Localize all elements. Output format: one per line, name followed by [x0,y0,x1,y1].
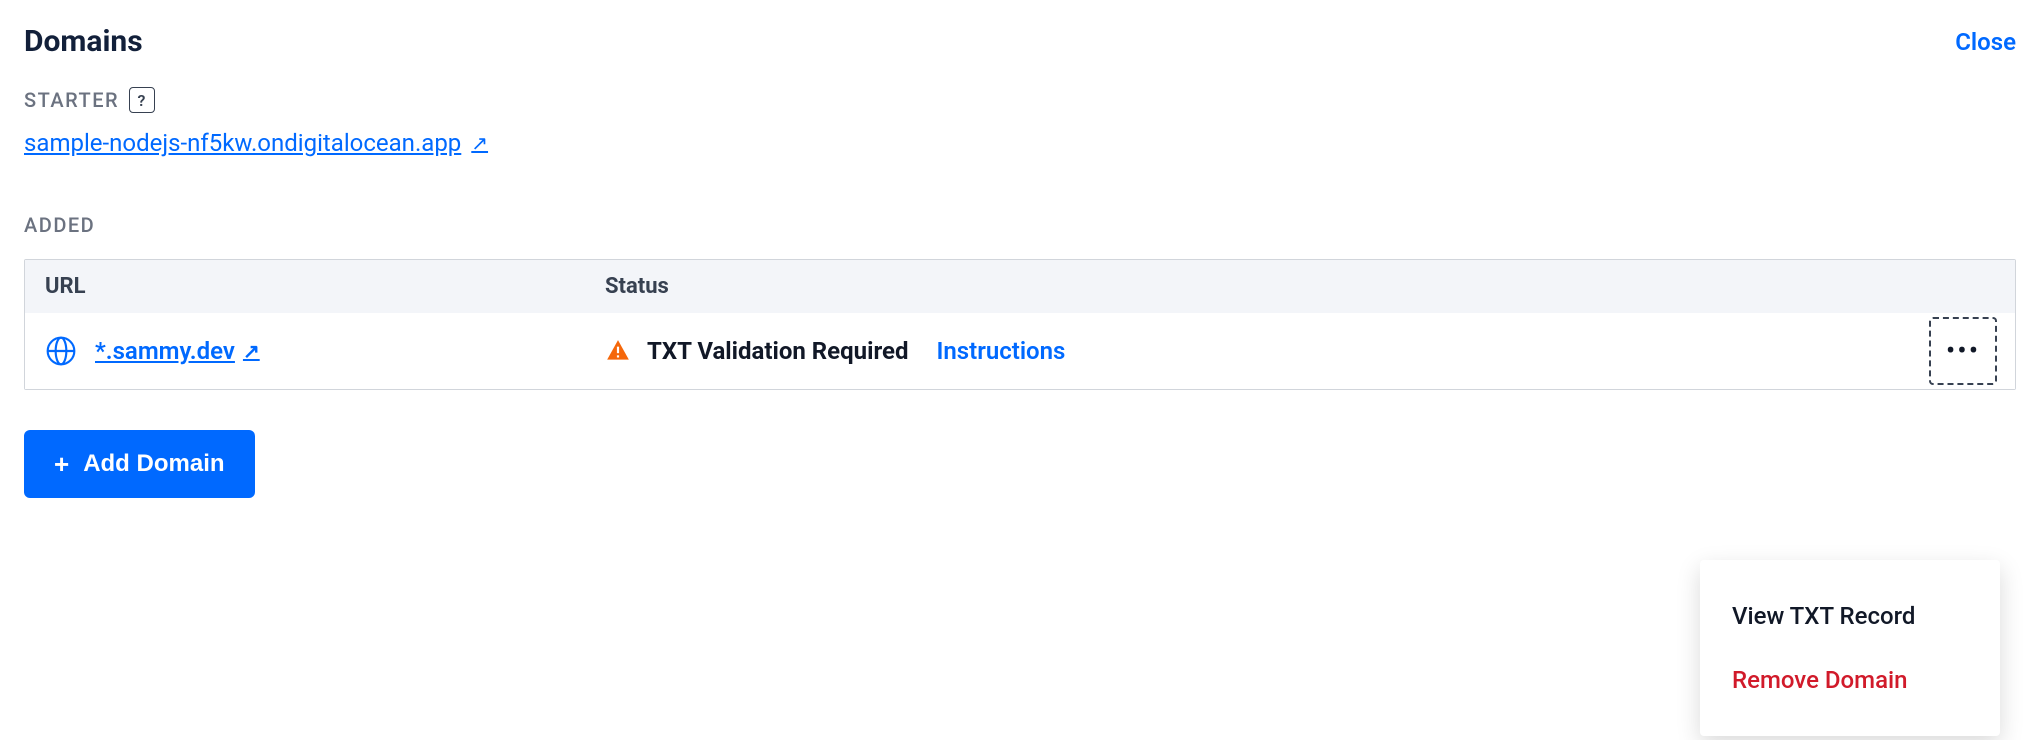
more-icon: ••• [1946,337,1980,365]
domain-link[interactable]: *.sammy.dev ↗ [95,337,260,365]
added-label: ADDED [24,213,2016,237]
column-header-status: Status [605,274,1995,299]
menu-item-remove-domain[interactable]: Remove Domain [1700,648,2000,712]
globe-icon [45,335,77,367]
more-actions-menu: View TXT Record Remove Domain [1700,560,2000,736]
warning-icon [605,338,631,364]
menu-item-view-txt[interactable]: View TXT Record [1700,584,2000,648]
external-link-icon: ↗ [243,339,260,363]
add-domain-button[interactable]: + Add Domain [24,430,255,498]
domain-text: *.sammy.dev [95,337,235,365]
status-text: TXT Validation Required [647,337,909,365]
instructions-link[interactable]: Instructions [937,337,1066,365]
more-actions-button[interactable]: ••• [1929,317,1997,385]
plus-icon: + [54,451,69,477]
starter-domain-link[interactable]: sample-nodejs-nf5kw.ondigitalocean.app ↗ [24,129,488,157]
column-header-url: URL [45,274,605,299]
starter-label: STARTER [24,88,119,112]
close-button[interactable]: Close [1955,28,2016,56]
table-row: *.sammy.dev ↗ TXT Validation Required In… [25,313,2015,389]
external-link-icon: ↗ [471,131,488,155]
table-header: URL Status [25,260,2015,313]
page-title: Domains [24,24,143,59]
help-icon[interactable]: ? [129,87,155,113]
domains-table: URL Status *.sammy.dev ↗ TXT Validation … [24,259,2016,390]
starter-domain-text: sample-nodejs-nf5kw.ondigitalocean.app [24,129,461,157]
add-domain-label: Add Domain [83,450,224,478]
